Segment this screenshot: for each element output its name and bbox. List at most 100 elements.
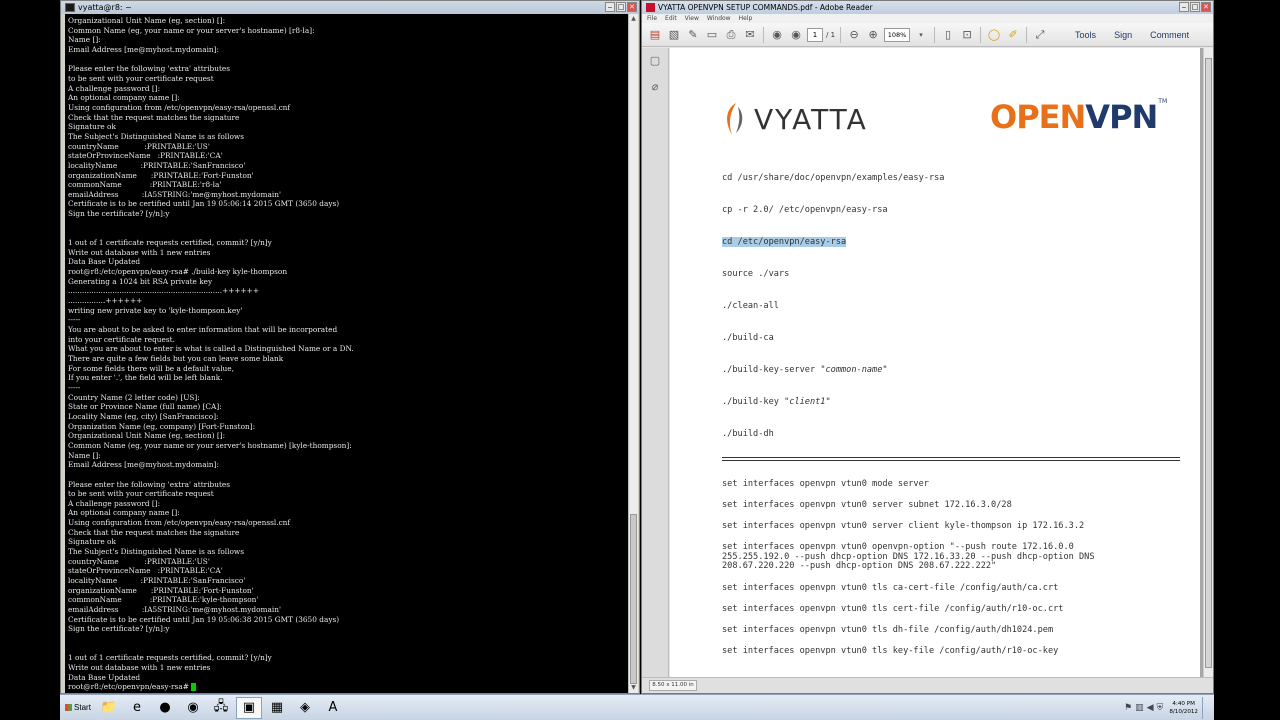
terminal-line: If you enter '.', the field will be left… (68, 373, 223, 383)
fit-width-icon[interactable]: ⊡ (959, 27, 975, 43)
menu-item[interactable]: Edit (665, 15, 677, 22)
zoom-out-icon[interactable]: ⊖ (846, 27, 862, 43)
expand-icon[interactable]: ⤢ (1032, 27, 1048, 43)
menu-item[interactable]: View (685, 15, 699, 22)
pdf-document-area[interactable]: VYATTA OPENVPN TM cd /usr/share/doc/open… (670, 48, 1204, 678)
terminal-output[interactable]: Organizational Unit Name (eg, section) [… (65, 14, 628, 693)
maximize-button[interactable]: □ (616, 2, 626, 12)
sign-link[interactable]: Sign (1114, 30, 1132, 40)
pdf-reader-window[interactable]: VYATTA OPENVPN SETUP COMMANDS.pdf - Adob… (641, 0, 1214, 694)
openvpn-logo: OPENVPN TM (990, 98, 1168, 136)
open-icon[interactable]: ▧ (666, 27, 682, 43)
command-line: ./build-dh (722, 429, 774, 439)
terminal-line: You are about to be asked to enter infor… (68, 325, 338, 334)
tools-link[interactable]: Tools (1075, 30, 1096, 40)
pages-icon[interactable]: ▢ (648, 54, 662, 68)
terminal-line: What you are about to enter is what is c… (68, 344, 354, 354)
network-icon[interactable]: ▥ (1135, 703, 1144, 713)
menu-item[interactable]: File (647, 15, 657, 22)
command-line: source ./vars (722, 269, 790, 279)
terminal-line: root@r8:/etc/openvpn/easy-rsa# ./build-k… (68, 267, 288, 277)
terminal-line: 1 out of 1 certificate requests certifie… (68, 653, 272, 663)
print-icon[interactable]: ⎙ (723, 27, 739, 43)
app7-icon[interactable]: ▦ (264, 697, 290, 719)
pdf-close-button[interactable]: ✕ (1201, 2, 1211, 12)
terminal-line: countryName :PRINTABLE:'US' (68, 141, 210, 151)
next-page-icon[interactable]: ◉ (788, 27, 804, 43)
edit-icon[interactable]: ✎ (685, 27, 701, 43)
pdf-statusbar: 8.50 x 11.00 in (642, 677, 1213, 693)
pdf-toolbar: ▤ ▧ ✎ ▭ ⎙ ✉ ◉ ◉ 1 / 1 ⊖ ⊕ 108% ▾ ▯ ⊡ ◯ ✐… (642, 23, 1213, 47)
scroll-thumb[interactable] (630, 514, 637, 684)
acrobat-icon[interactable]: A (320, 697, 346, 719)
email-icon[interactable]: ✉ (742, 27, 758, 43)
set-command: set interfaces openvpn vtun0 tls dh-file… (722, 625, 1054, 635)
pdf-minimize-button[interactable]: ‒ (1179, 2, 1189, 12)
close-button[interactable]: ✕ (627, 2, 637, 12)
network-icon[interactable]: 🖧 (208, 697, 234, 719)
save-icon[interactable]: ▭ (704, 27, 720, 43)
pdf-scroll-thumb[interactable] (1205, 58, 1212, 668)
terminal-line: countryName :PRINTABLE:'US' (68, 556, 210, 566)
terminal-titlebar[interactable]: vyatta@r8: ~ ‒ □ ✕ (61, 1, 639, 14)
pdf-maximize-button[interactable]: □ (1190, 2, 1200, 12)
attachment-icon[interactable]: ⌀ (648, 80, 662, 94)
menu-item[interactable]: Help (739, 15, 753, 22)
firefox-icon[interactable]: ◉ (180, 697, 206, 719)
pdf-titlebar[interactable]: VYATTA OPENVPN SETUP COMMANDS.pdf - Adob… (642, 1, 1213, 14)
terminal-line: Common Name (eg, your name or your serve… (68, 25, 315, 35)
zoom-select[interactable]: 108% (884, 27, 911, 42)
page-number-input[interactable]: 1 (807, 27, 823, 42)
scroll-up-icon[interactable]: ▲ (629, 14, 638, 24)
vyatta-logo: VYATTA (722, 101, 868, 137)
comment-bubble-icon[interactable]: ◯ (986, 27, 1002, 43)
page-size-label: 8.50 x 11.00 in (649, 680, 697, 691)
terminal-line: Please enter the following 'extra' attri… (68, 64, 231, 74)
set-command: set interfaces openvpn vtun0 server subn… (722, 500, 1012, 510)
ie-icon[interactable]: e (124, 697, 150, 719)
zoom-dropdown-icon[interactable]: ▾ (913, 27, 929, 43)
terminal-title: vyatta@r8: ~ (78, 3, 132, 12)
pdf-scrollbar[interactable] (1203, 48, 1213, 678)
comment-link[interactable]: Comment (1150, 30, 1189, 40)
terminal-line: Sign the certificate? [y/n]:y (68, 624, 170, 634)
scroll-down-icon[interactable]: ▼ (629, 683, 638, 693)
terminal-line: Name []: (68, 450, 101, 460)
terminal-window[interactable]: vyatta@r8: ~ ‒ □ ✕ Organizational Unit N… (60, 0, 640, 694)
putty-icon[interactable]: ▣ (236, 696, 262, 719)
terminal-line: State or Province Name (full name) [CA]: (68, 402, 222, 412)
terminal-line: ........................................… (68, 286, 259, 296)
show-desktop-button[interactable] (1202, 696, 1210, 719)
terminal-line: The Subject's Distinguished Name is as f… (68, 547, 244, 557)
terminal-line: stateOrProvinceName :PRINTABLE:'CA' (68, 151, 223, 161)
prev-page-icon[interactable]: ◉ (769, 27, 785, 43)
fit-page-icon[interactable]: ▯ (940, 27, 956, 43)
command-line: ./clean-all (722, 301, 779, 311)
windows-flag-icon (65, 704, 73, 711)
flag-icon[interactable]: ⚑ (1124, 703, 1132, 713)
menu-item[interactable]: Window (707, 15, 731, 22)
zoom-in-icon[interactable]: ⊕ (865, 27, 881, 43)
vyatta-mark-icon (727, 103, 743, 135)
clock[interactable]: 4:40 PM 8/10/2012 (1169, 700, 1198, 716)
chrome-icon[interactable]: ● (152, 697, 178, 719)
terminal-line: organizationName :PRINTABLE:'Fort-Funsto… (68, 585, 254, 595)
start-button[interactable]: Start (62, 698, 94, 718)
terminal-scrollbar[interactable]: ▲ ▼ (628, 14, 638, 693)
terminal-line: Email Address [me@myhost.mydomain]: (68, 44, 219, 54)
app8-icon[interactable]: ◈ (292, 697, 318, 719)
highlight-icon[interactable]: ✐ (1005, 27, 1021, 43)
volume-icon[interactable]: ◀ (1147, 703, 1154, 713)
explorer-icon[interactable]: 📁 (96, 697, 122, 719)
minimize-button[interactable]: ‒ (605, 2, 615, 12)
pdf-navigation-pane: ▢ ⌀ (642, 48, 669, 678)
terminal-line: Organization Name (eg, company) [Fort-Fu… (68, 421, 256, 431)
terminal-line: A challenge password []: (68, 83, 161, 93)
acrobat-icon (646, 3, 655, 12)
shield-icon[interactable]: ⛨ (1157, 703, 1164, 713)
create-pdf-icon[interactable]: ▤ (647, 27, 663, 43)
system-tray: ⚑ ▥ ◀ ⛨ 4:40 PM 8/10/2012 (1121, 695, 1214, 720)
terminal-line: localityName :PRINTABLE:'SanFrancisco' (68, 576, 246, 586)
